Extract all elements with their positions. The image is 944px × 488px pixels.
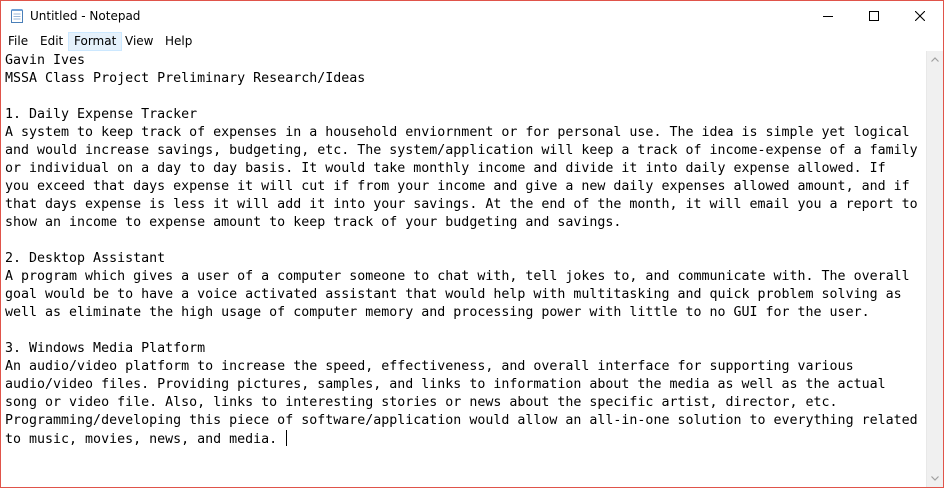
maximize-button[interactable] [851,1,897,31]
notepad-window: Untitled - Notepad File Edit Format View… [0,0,944,488]
menu-help[interactable]: Help [160,32,197,51]
menu-bar: File Edit Format View Help [1,31,943,51]
title-bar[interactable]: Untitled - Notepad [1,1,943,31]
close-button[interactable] [897,1,943,31]
text-caret [286,430,288,446]
document-content: Gavin Ives MSSA Class Project Preliminar… [5,53,918,447]
document-text[interactable]: Gavin Ives MSSA Class Project Preliminar… [5,52,918,449]
scroll-down-arrow-icon [931,476,939,481]
menu-format[interactable]: Format [68,32,123,51]
close-icon [915,11,925,21]
scroll-down-button[interactable] [927,470,943,487]
notepad-icon[interactable] [10,8,24,23]
scroll-up-arrow-icon [931,57,939,62]
minimize-icon [823,16,833,17]
vertical-scrollbar[interactable] [926,51,943,487]
text-editor-area[interactable]: Gavin Ives MSSA Class Project Preliminar… [1,51,926,487]
maximize-icon [869,11,879,21]
window-title: Untitled - Notepad [30,9,141,23]
menu-view[interactable]: View [120,32,158,51]
menu-file[interactable]: File [3,32,33,51]
scroll-up-button[interactable] [927,51,943,68]
minimize-button[interactable] [805,1,851,31]
menu-edit[interactable]: Edit [35,32,68,51]
